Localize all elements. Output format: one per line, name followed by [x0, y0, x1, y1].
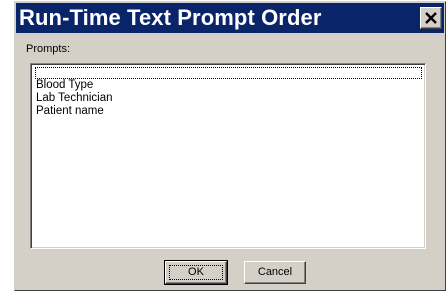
close-icon [425, 12, 437, 24]
prompts-listbox[interactable]: Blood Type Lab Technician Patient name [30, 63, 426, 249]
close-button[interactable] [420, 7, 442, 29]
cancel-button[interactable]: Cancel [244, 261, 306, 284]
list-item-patient-name[interactable]: Patient name [35, 105, 422, 118]
cancel-button-label: Cancel [257, 266, 293, 278]
ok-button[interactable]: OK [164, 260, 228, 285]
list-item-lab-technician[interactable]: Lab Technician [35, 92, 422, 105]
prompts-label: Prompts: [26, 43, 71, 55]
ok-button-label: OK [188, 266, 204, 278]
title-bar[interactable]: Run-Time Text Prompt Order [16, 3, 444, 33]
window-title: Run-Time Text Prompt Order [19, 5, 322, 30]
dialog-window: Run-Time Text Prompt Order Prompts: Bloo… [14, 1, 446, 291]
list-item-empty[interactable] [35, 67, 422, 79]
list-item-blood-type[interactable]: Blood Type [35, 79, 422, 92]
